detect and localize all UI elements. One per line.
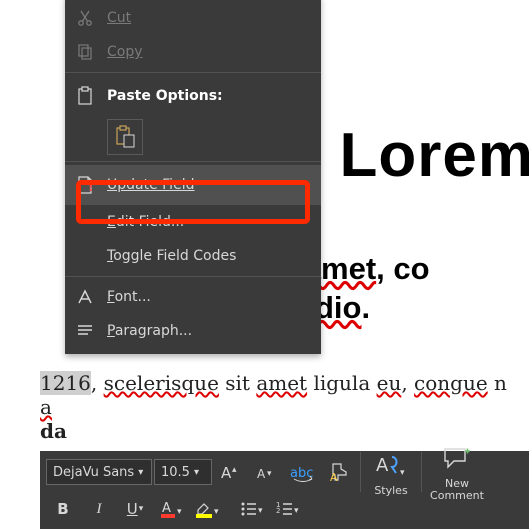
menu-paste-header: Paste Options: xyxy=(65,76,321,116)
document-title: Lorem xyxy=(340,120,529,191)
menu-update-field[interactable]: ! Update Field xyxy=(65,165,321,205)
svg-text:▾: ▾ xyxy=(267,469,272,479)
update-field-icon: ! xyxy=(73,173,97,197)
change-case-button[interactable]: abc xyxy=(286,458,320,486)
bullets-button[interactable]: ▾ xyxy=(234,495,268,523)
toolbar-separator xyxy=(421,452,422,492)
styles-button[interactable]: A▾ Styles xyxy=(365,437,417,507)
svg-text:▾: ▾ xyxy=(214,507,219,517)
font-name-value: DejaVu Sans xyxy=(53,465,134,480)
underline-button[interactable]: U▾ xyxy=(118,495,152,523)
styles-label: Styles xyxy=(374,484,407,497)
font-color-button[interactable]: A▾ xyxy=(154,495,188,523)
svg-text:A: A xyxy=(221,464,232,482)
menu-toggle-field-codes[interactable]: Toggle Field Codes xyxy=(65,239,321,273)
chevron-down-icon: ▾ xyxy=(138,467,143,478)
menu-copy-label: Copy xyxy=(107,44,309,60)
copy-icon xyxy=(73,40,97,64)
svg-text:A: A xyxy=(376,455,389,476)
svg-text:▾: ▾ xyxy=(177,507,182,517)
svg-text:▾: ▾ xyxy=(294,506,299,516)
svg-text:A: A xyxy=(330,471,338,483)
svg-text:▾: ▾ xyxy=(258,506,263,516)
svg-text:!: ! xyxy=(88,180,93,194)
paragraph-icon xyxy=(73,319,97,343)
italic-button[interactable]: I xyxy=(82,495,116,523)
clipboard-icon xyxy=(73,84,97,108)
svg-text:abc: abc xyxy=(290,466,313,481)
selected-text[interactable]: 1216 xyxy=(40,371,91,395)
menu-separator xyxy=(65,276,321,277)
paste-options-row xyxy=(65,116,321,158)
font-icon xyxy=(73,285,97,309)
menu-edit-field[interactable]: Edit Field... xyxy=(65,205,321,239)
svg-text:▴: ▴ xyxy=(232,465,237,475)
menu-separator xyxy=(65,161,321,162)
context-menu: Cut Copy Paste Options: ! Update Field E… xyxy=(65,0,321,354)
blank-icon xyxy=(73,244,97,268)
comment-icon xyxy=(442,442,472,476)
mini-toolbar: DejaVu Sans▾ 10.5▾ A▴ A▾ abc A A▾ Styles xyxy=(40,451,529,529)
menu-edit-field-label: Edit Field... xyxy=(107,214,309,230)
new-comment-label: New Comment xyxy=(430,478,484,501)
font-name-combo[interactable]: DejaVu Sans ▾ xyxy=(46,459,152,485)
format-painter-button[interactable]: A xyxy=(322,458,356,486)
svg-text:A: A xyxy=(257,467,266,481)
styles-icon: A▾ xyxy=(374,448,408,482)
menu-paragraph-label: Paragraph... xyxy=(107,323,309,339)
svg-text:▾: ▾ xyxy=(400,468,405,478)
menu-toggle-codes-label: Toggle Field Codes xyxy=(107,248,309,264)
numbering-button[interactable]: 12▾ xyxy=(270,495,304,523)
menu-update-field-label: Update Field xyxy=(107,177,309,193)
svg-text:A: A xyxy=(162,501,171,516)
menu-paragraph[interactable]: Paragraph... xyxy=(65,314,321,348)
font-size-value: 10.5 xyxy=(161,465,190,480)
grow-font-button[interactable]: A▴ xyxy=(214,458,248,486)
cut-icon xyxy=(73,6,97,30)
menu-cut: Cut xyxy=(65,1,321,35)
shrink-font-button[interactable]: A▾ xyxy=(250,458,284,486)
new-comment-button[interactable]: New Comment xyxy=(426,437,488,507)
toolbar-separator xyxy=(360,452,361,492)
menu-separator xyxy=(65,72,321,73)
highlight-color-button[interactable]: ▾ xyxy=(190,495,224,523)
bold-button[interactable]: B xyxy=(46,495,80,523)
chevron-down-icon: ▾ xyxy=(194,467,199,478)
paste-option-default[interactable] xyxy=(107,119,143,155)
menu-paste-header-label: Paste Options: xyxy=(107,88,309,104)
blank-icon xyxy=(73,210,97,234)
menu-font-label: Font... xyxy=(107,289,309,305)
font-size-combo[interactable]: 10.5 ▾ xyxy=(154,459,212,485)
svg-text:2: 2 xyxy=(276,507,280,515)
menu-font[interactable]: Font... xyxy=(65,280,321,314)
menu-cut-label: Cut xyxy=(107,10,309,26)
menu-copy: Copy xyxy=(65,35,321,69)
